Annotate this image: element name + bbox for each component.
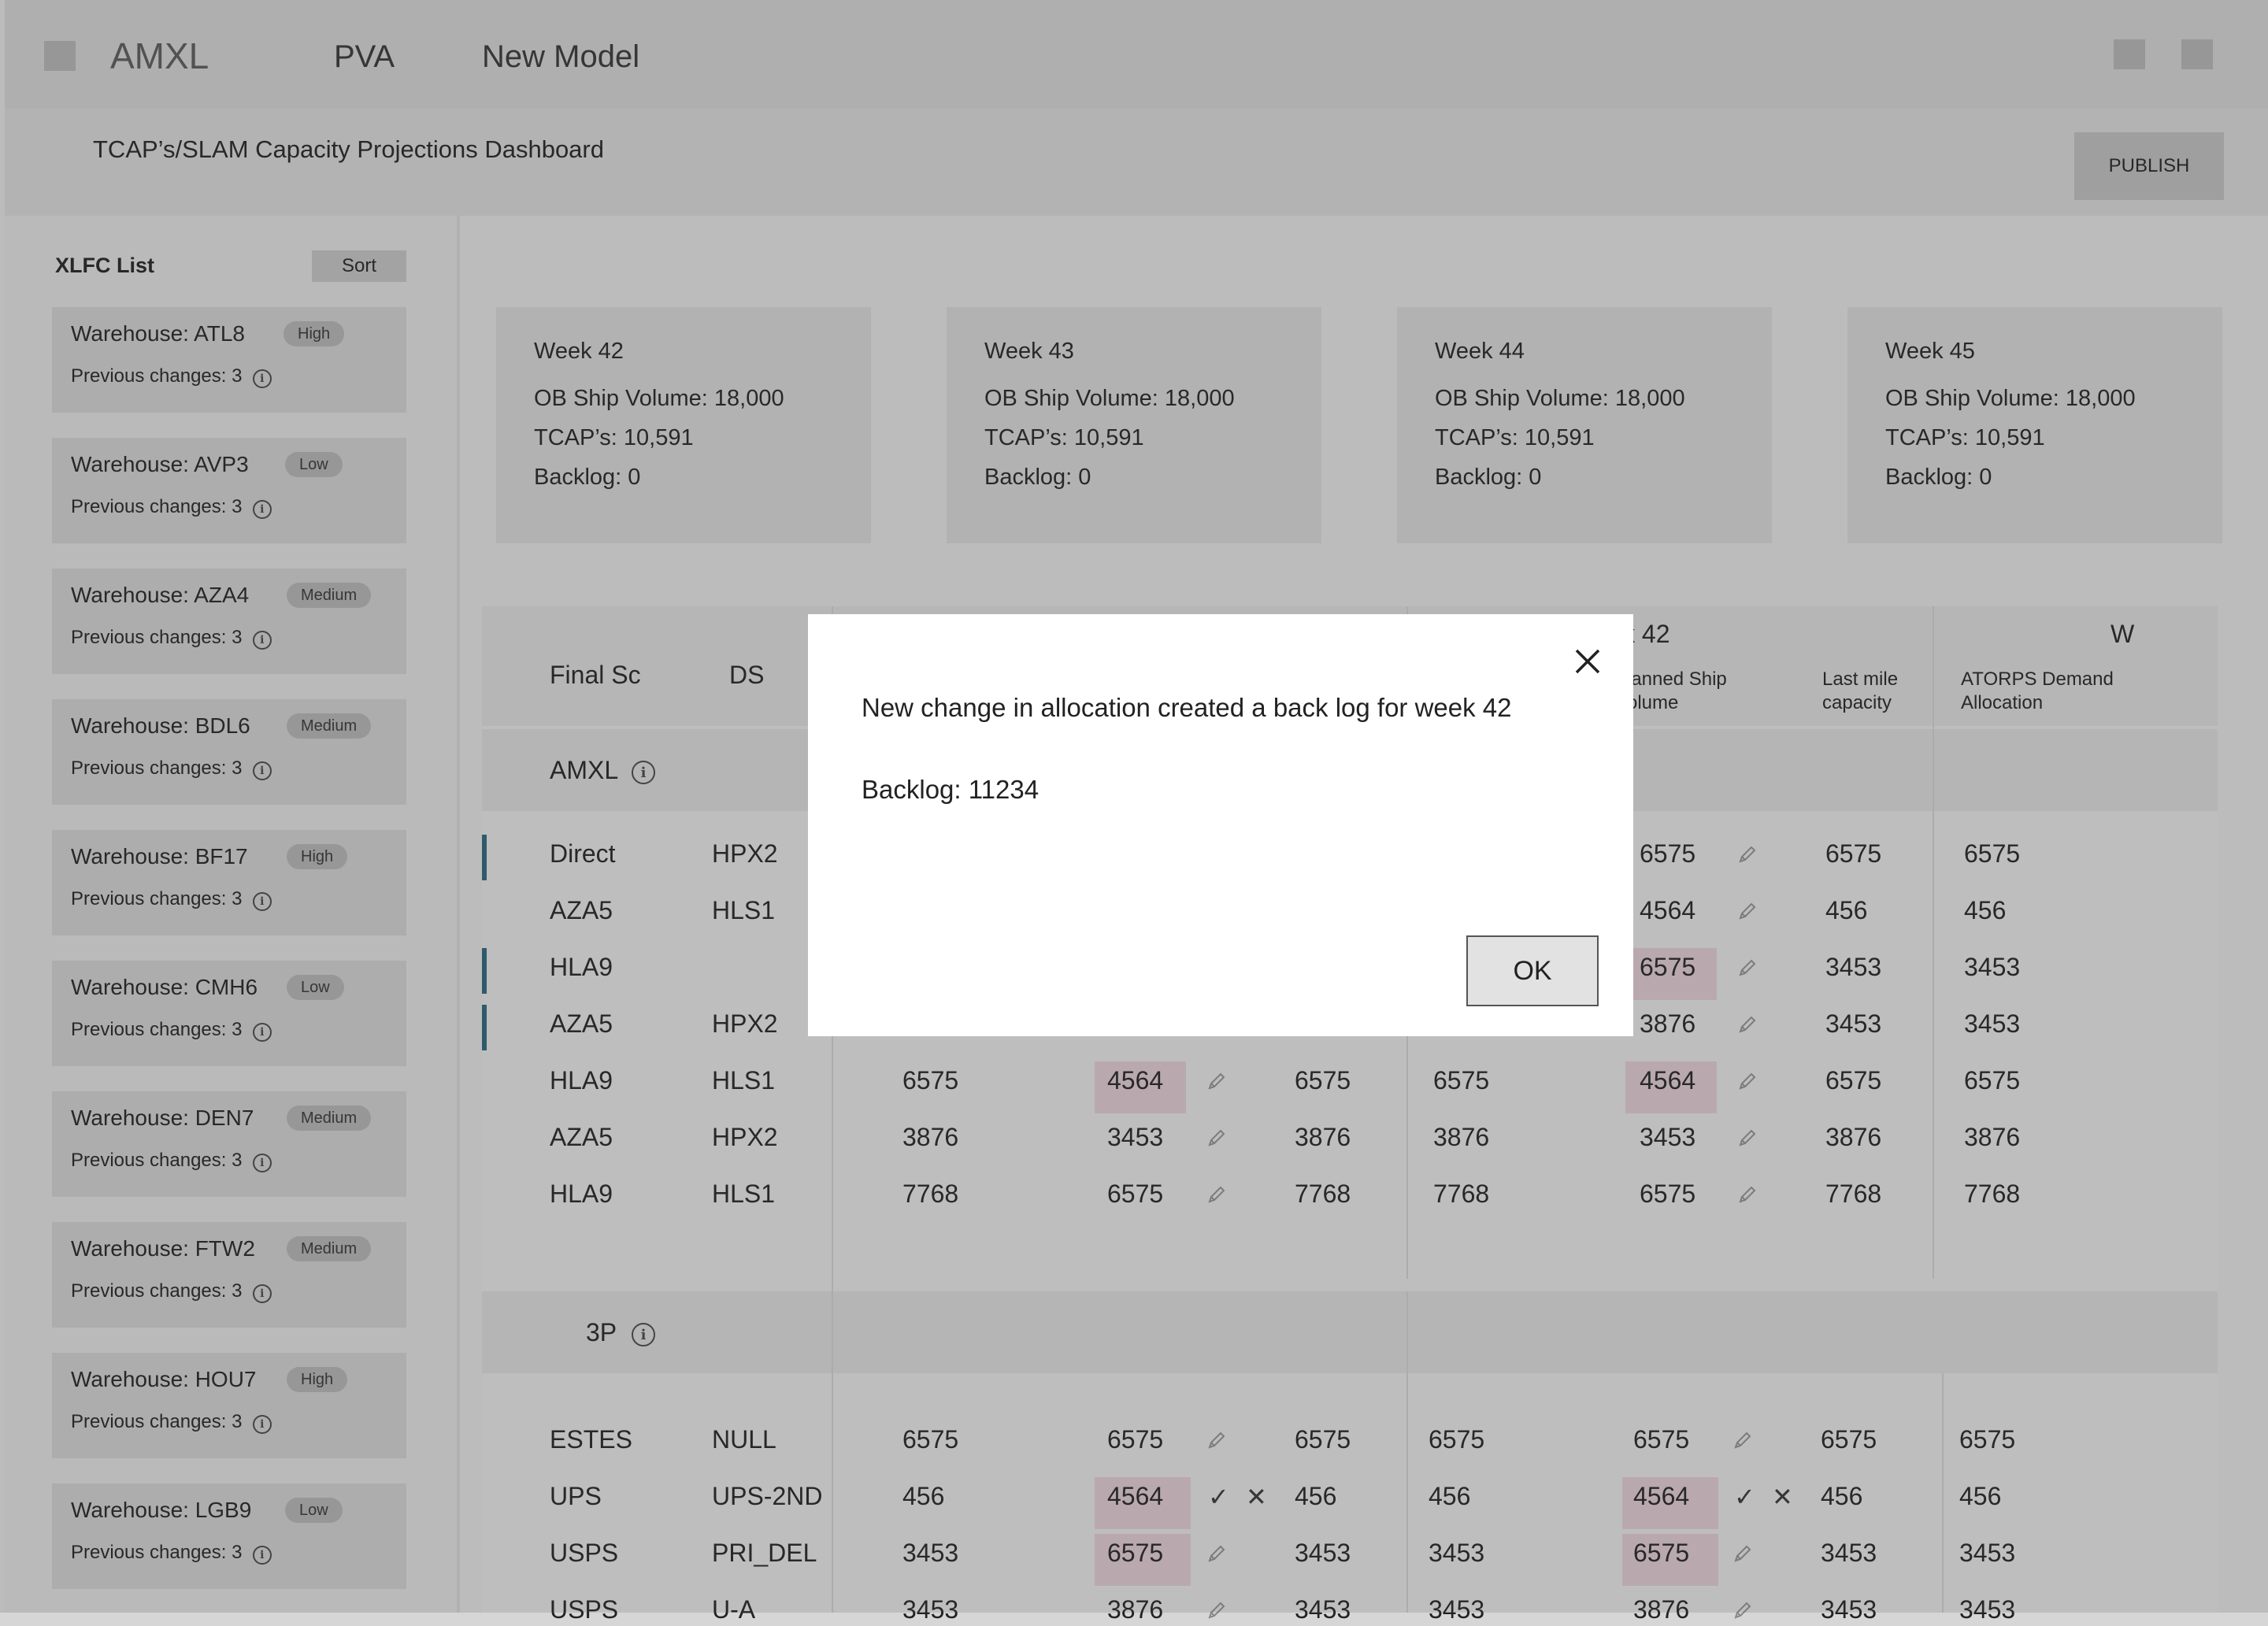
dialog-message: New change in allocation created a back …: [862, 693, 1512, 722]
dialog-backlog-value: Backlog: 11234: [862, 775, 1040, 804]
close-icon[interactable]: [1570, 644, 1605, 679]
ok-button[interactable]: OK: [1466, 935, 1599, 1006]
backlog-alert-dialog: New change in allocation created a back …: [808, 614, 1633, 1036]
